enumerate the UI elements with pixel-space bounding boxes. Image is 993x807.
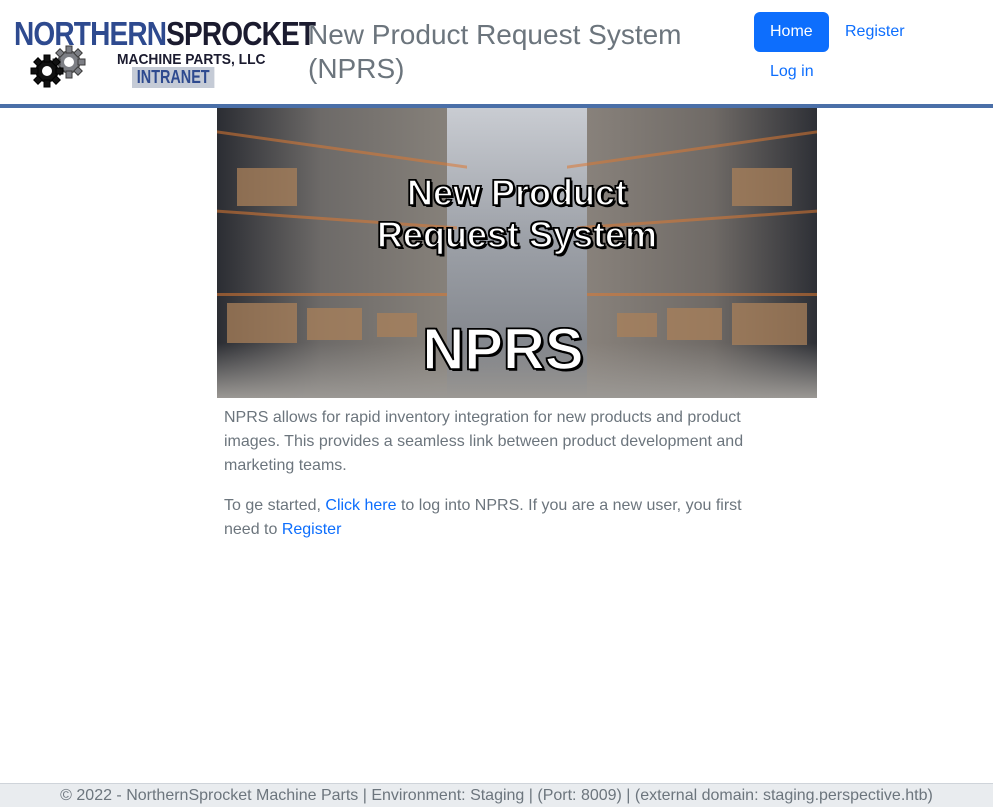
shelf-beam: [587, 293, 817, 296]
main-nav: Home Register Log in: [754, 12, 954, 102]
site-header: NORTHERNSPROCKET MACHINE PARTS, LLC INTR: [0, 0, 993, 108]
logo-subtitle: MACHINE PARTS, LLC: [117, 51, 266, 68]
nav-home-link[interactable]: Home: [754, 12, 829, 52]
logo-tagline: INTRANET: [132, 67, 215, 88]
getting-started-prefix: To ge started,: [224, 497, 326, 514]
page-footer: © 2022 - NorthernSprocket Machine Parts …: [0, 783, 993, 807]
register-link[interactable]: Register: [282, 521, 342, 538]
getting-started-paragraph: To ge started, Click here to log into NP…: [224, 494, 754, 542]
hero-title-line1: New Product: [406, 171, 628, 214]
nav-register-link[interactable]: Register: [829, 12, 921, 52]
page-title: New Product Request System (NPRS): [308, 19, 682, 84]
hero-banner: New Product Request System NPRS: [217, 108, 817, 398]
hero-title: New Product Request System: [217, 171, 817, 256]
company-logo[interactable]: NORTHERNSPROCKET MACHINE PARTS, LLC INTR: [14, 15, 316, 90]
hero-acronym: NPRS: [422, 317, 585, 383]
hero-title-line2: Request System: [376, 213, 658, 256]
intro-paragraph: NPRS allows for rapid inventory integrat…: [224, 409, 744, 474]
shelf-beam: [217, 293, 447, 296]
gear-icon: [30, 54, 64, 88]
login-link[interactable]: Click here: [325, 497, 396, 514]
nav-login-link[interactable]: Log in: [754, 52, 830, 92]
main-content: NPRS allows for rapid inventory integrat…: [224, 406, 754, 558]
